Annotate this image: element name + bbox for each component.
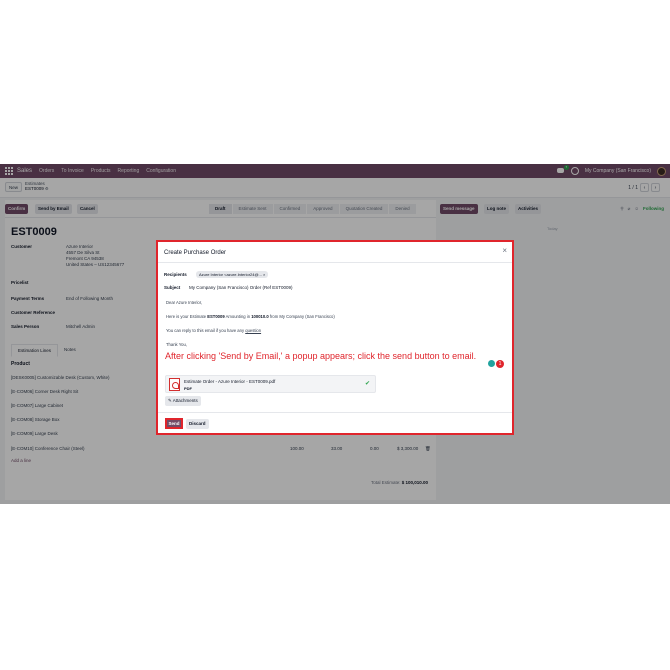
body-pre: Here is your Estimate xyxy=(166,314,208,319)
attachment-card[interactable]: Estimate Order - Azure Interior - EST000… xyxy=(165,375,376,393)
send-button[interactable]: Send xyxy=(165,418,183,429)
attachment-name: Estimate Order - Azure Interior - EST000… xyxy=(184,379,276,384)
attachment-type: PDF xyxy=(184,386,192,391)
pdf-file-icon xyxy=(169,378,180,391)
reply-pre: You can reply to this email if you have … xyxy=(166,328,246,333)
body-amount: 100010.0 xyxy=(251,314,269,319)
remove-tag-icon[interactable]: × xyxy=(263,272,265,277)
check-icon: ✔ xyxy=(364,381,370,387)
body-post: from My Company (San Francisco) xyxy=(268,314,335,319)
dialog-divider xyxy=(158,262,512,263)
ai-assist-icon[interactable] xyxy=(488,360,495,367)
subject-label: Subject xyxy=(164,285,181,290)
subject-input[interactable]: My Company (San Francisco) Order (Ref ES… xyxy=(189,285,293,290)
reply-link: question xyxy=(245,328,262,333)
attachments-button[interactable]: ✎ Attachments xyxy=(165,396,201,406)
discard-button[interactable]: Discard xyxy=(186,419,209,429)
recipient-tag-label: Azure Interior <azure.Interior24@... xyxy=(199,272,262,277)
dialog-footer-divider xyxy=(158,412,512,413)
paperclip-icon: ✎ xyxy=(168,398,172,403)
create-purchase-order-dialog: Create Purchase Order × Recipients Azure… xyxy=(156,240,514,435)
dialog-title: Create Purchase Order xyxy=(164,250,227,256)
body-mid: Amounting in xyxy=(224,314,252,319)
email-body-line[interactable]: Here is your Estimate EST0009 Amounting … xyxy=(166,314,335,319)
attachments-label: Attachments xyxy=(172,398,198,403)
ai-count-badge: 1 xyxy=(496,360,504,368)
body-ref: EST0009 xyxy=(207,314,225,319)
email-thanks[interactable]: Thank You, xyxy=(166,342,187,347)
recipient-tag[interactable]: Azure Interior <azure.Interior24@... × xyxy=(196,271,269,278)
email-reply-line[interactable]: You can reply to this email if you have … xyxy=(166,328,261,333)
email-greeting[interactable]: Dear Azure Interior, xyxy=(166,300,202,305)
recipients-label: Recipients xyxy=(164,272,187,277)
close-icon[interactable]: × xyxy=(502,247,507,255)
instruction-annotation: After clicking 'Send by Email,' a popup … xyxy=(165,351,477,361)
